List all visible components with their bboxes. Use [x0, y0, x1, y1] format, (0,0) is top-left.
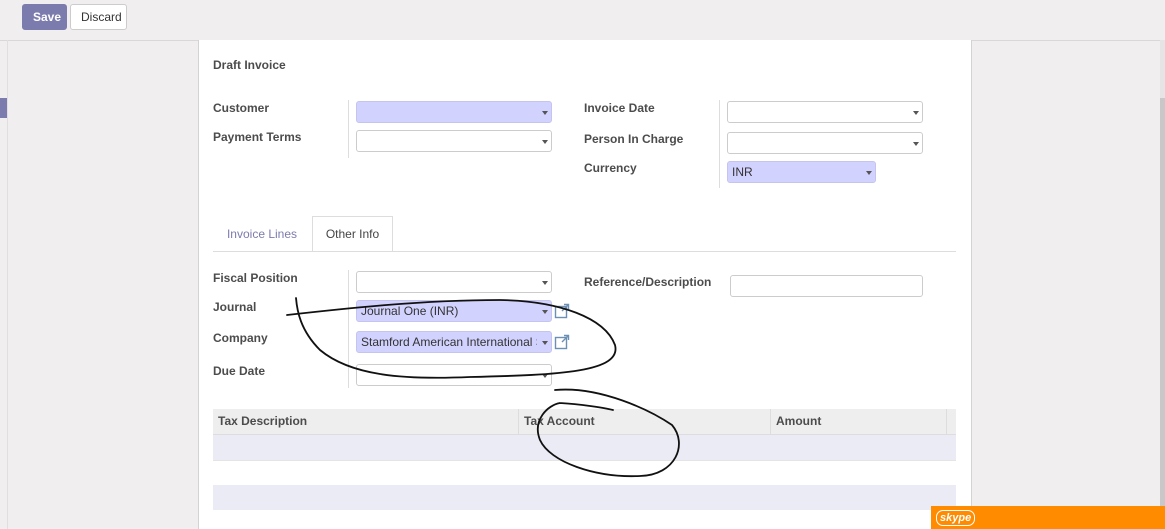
- handwritten-annotation: [286, 297, 680, 478]
- skype-logo: skype: [936, 510, 976, 526]
- skype-bar[interactable]: skype: [931, 506, 1165, 529]
